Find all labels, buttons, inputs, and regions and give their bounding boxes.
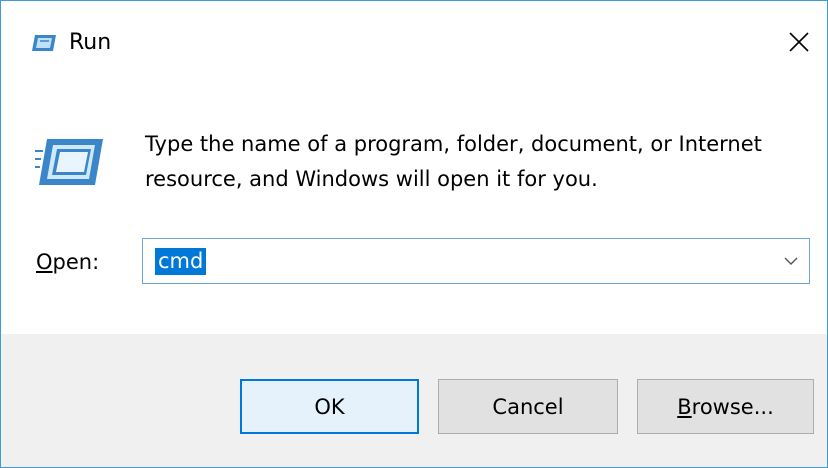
chevron-down-icon: [784, 257, 798, 265]
open-label-accelerator: O: [36, 250, 53, 274]
ok-button-label: OK: [314, 394, 345, 419]
browse-label-text: rowse...: [691, 394, 774, 419]
open-label-text: pen:: [52, 250, 100, 274]
cancel-button[interactable]: Cancel: [438, 379, 618, 434]
browse-accelerator: B: [677, 394, 692, 419]
open-input-value[interactable]: cmd: [155, 248, 207, 275]
run-icon: [35, 135, 105, 189]
open-combobox[interactable]: cmd: [142, 238, 810, 284]
title-bar[interactable]: Run: [1, 1, 827, 77]
window-title: Run: [69, 30, 112, 55]
close-button[interactable]: [771, 17, 827, 67]
dropdown-button[interactable]: [781, 251, 801, 271]
browse-button[interactable]: Browse...: [637, 379, 814, 434]
open-label: Open:: [36, 247, 99, 277]
ok-button[interactable]: OK: [240, 379, 419, 434]
close-icon: [789, 32, 809, 52]
browse-button-label: Browse...: [677, 395, 774, 419]
cancel-button-label: Cancel: [492, 394, 564, 419]
run-dialog: Run Type the name of a program, folder, …: [0, 0, 828, 468]
dialog-description: Type the name of a program, folder, docu…: [145, 132, 762, 191]
run-icon: [31, 33, 57, 53]
